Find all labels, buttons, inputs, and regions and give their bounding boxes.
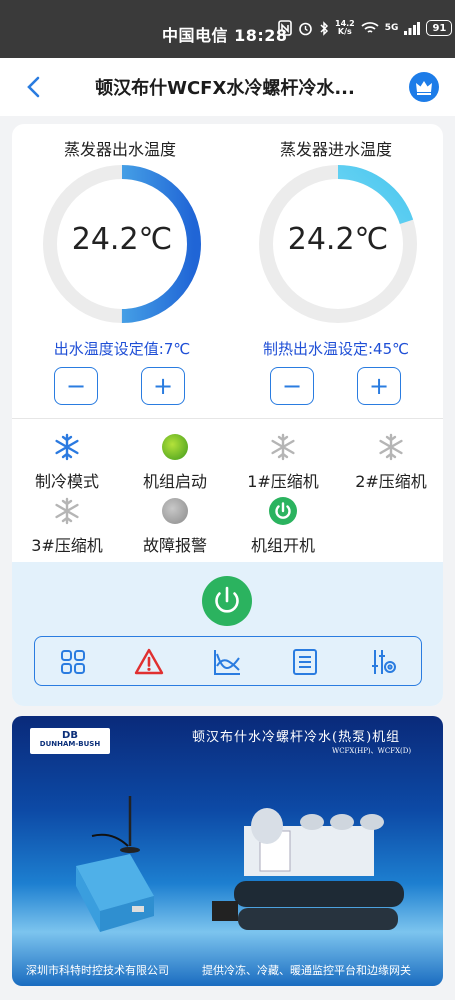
power-button[interactable]: [202, 576, 252, 626]
status-label: 机组开机: [250, 536, 315, 555]
minus-icon: −: [281, 372, 303, 400]
banner-title: 顿汉布什水冷螺杆冷水(热泵)机组: [192, 730, 401, 745]
net-speed: 14.2 K/s: [335, 20, 355, 36]
crown-icon[interactable]: [409, 72, 439, 102]
status-icons: 14.2 K/s 5G 91: [278, 20, 453, 36]
status-cooling-mode: 制冷模式: [12, 432, 122, 492]
power-icon: [215, 586, 239, 613]
function-toolbar: [34, 636, 422, 686]
status-unit-on[interactable]: 机组开机: [228, 496, 338, 556]
nfc-icon: [278, 20, 292, 36]
alarm-warning-icon[interactable]: [133, 646, 165, 678]
app-header: 顿汉布什WCFX水冷螺杆冷水...: [0, 58, 455, 116]
gauge-label-inlet: 蒸发器进水温度: [279, 140, 392, 159]
outlet-plus-button[interactable]: +: [141, 367, 185, 405]
status-label: 制冷模式: [34, 472, 99, 491]
bluetooth-icon: [320, 20, 329, 36]
status-label: 1#压缩机: [247, 472, 319, 491]
signal-icon: [404, 21, 421, 35]
system-status-bar: 中国电信 18:28 14.2 K/s 5G 91: [0, 0, 455, 58]
list-icon[interactable]: [289, 646, 321, 678]
battery-indicator: 91: [426, 20, 453, 36]
settings-sliders-icon[interactable]: [367, 646, 399, 678]
logo-line1: DB: [62, 730, 78, 741]
gauge-label-outlet: 蒸发器出水温度: [63, 140, 176, 159]
control-card: 蒸发器出水温度 24.2℃ 蒸发器进水温度 24.2℃ 出水温度设定值:7℃ 制…: [12, 124, 443, 706]
green-dot-icon: [160, 432, 190, 462]
status-fault-alarm: 故障报警: [120, 496, 230, 556]
control-panel: [12, 562, 443, 706]
alarm-clock-icon: [299, 22, 312, 35]
power-icon[interactable]: [268, 496, 298, 526]
net-speed-unit: K/s: [337, 27, 352, 36]
status-compressor-2: 2#压缩机: [336, 432, 443, 492]
back-chevron-icon[interactable]: [22, 72, 46, 102]
status-label: 故障报警: [142, 536, 207, 555]
snowflake-icon: [268, 432, 298, 462]
status-label: 2#压缩机: [355, 472, 427, 491]
snowflake-icon: [376, 432, 406, 462]
carrier-time: 中国电信 18:28: [162, 26, 288, 45]
page-title: 顿汉布什WCFX水冷螺杆冷水...: [95, 78, 355, 99]
status-unit-start: 机组启动: [120, 432, 230, 492]
heating-plus-button[interactable]: +: [357, 367, 401, 405]
snowflake-icon: [52, 496, 82, 526]
setpoint-outlet: 出水温度设定值:7℃: [53, 340, 191, 358]
heating-minus-button[interactable]: −: [270, 367, 314, 405]
outlet-minus-button[interactable]: −: [54, 367, 98, 405]
banner-slogan: 提供冷冻、冷藏、暖通监控平台和边缘网关: [202, 964, 411, 977]
minus-icon: −: [65, 372, 87, 400]
divider: [12, 418, 443, 419]
status-label: 机组启动: [142, 472, 207, 491]
grid-icon[interactable]: [57, 646, 89, 678]
network-type: 5G: [384, 23, 399, 33]
gauge-value-outlet: 24.2℃: [71, 222, 173, 257]
status-compressor-1: 1#压缩机: [228, 432, 338, 492]
setpoint-heating: 制热出水温设定:45℃: [263, 340, 409, 358]
advert-banner[interactable]: DB DUNHAM-BUSH 顿汉布什水冷螺杆冷水(热泵)机组 WCFX(HP)…: [12, 716, 443, 986]
gateway-device-image: [76, 796, 404, 932]
gauge-value-inlet: 24.2℃: [287, 222, 389, 257]
snowflake-icon: [52, 432, 82, 462]
wifi-icon: [361, 22, 379, 33]
trend-chart-icon[interactable]: [211, 646, 243, 678]
gray-dot-icon: [160, 496, 190, 526]
status-compressor-3: 3#压缩机: [12, 496, 122, 556]
plus-icon: +: [368, 372, 390, 400]
plus-icon: +: [152, 372, 174, 400]
status-label: 3#压缩机: [31, 536, 103, 555]
banner-company: 深圳市科特时控技术有限公司: [26, 964, 169, 977]
